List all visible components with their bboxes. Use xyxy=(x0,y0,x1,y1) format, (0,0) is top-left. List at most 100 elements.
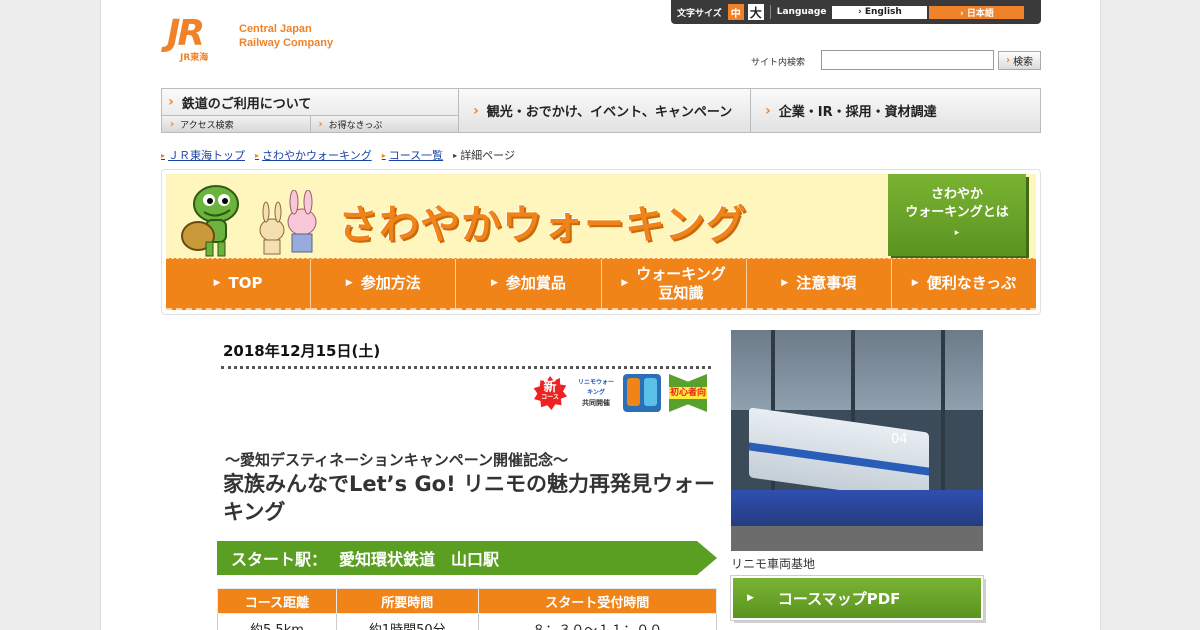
nav-railway-group: › 鉄道のご利用について › アクセス検索 › お得なきっぷ xyxy=(162,89,459,132)
jr-central-logo[interactable]: JR JR東海 Central Japan Railway Company xyxy=(167,13,333,64)
event-date: 2018年12月15日(土) xyxy=(223,342,381,360)
arrow-right-icon: ▶ xyxy=(747,593,754,603)
photo-caption: リニモ車両基地 xyxy=(731,557,816,571)
site-search-label: サイト内検索 xyxy=(751,58,806,68)
new-course-text: 新 xyxy=(543,380,557,395)
table-row: 約5.5km 約1時間50分 ８：３０～１１：００ xyxy=(217,613,718,630)
linimo-line2: 共同開催 xyxy=(582,399,610,407)
turtle-mascot-icon xyxy=(181,185,239,257)
walking-nav-notes[interactable]: ▶ 注意事項 xyxy=(746,259,892,310)
header-duration: 所要時間 xyxy=(335,588,479,614)
arrow-right-icon: ▶ xyxy=(213,278,221,288)
start-station-label: スタート駅： xyxy=(231,550,328,569)
train-icon xyxy=(623,374,661,412)
photo-floor xyxy=(731,526,983,551)
nav-access-search-label: アクセス検索 xyxy=(180,120,234,131)
search-button[interactable]: 検索 xyxy=(998,51,1041,70)
start-station-bar: スタート駅： 愛知環状鉄道 山口駅 xyxy=(217,541,717,575)
company-name-line1: Central Japan xyxy=(239,23,312,35)
beginner-text: 初心者向 xyxy=(669,387,707,399)
course-info-table: コース距離 所要時間 スタート受付時間 約5.5km 約1時間50分 ８：３０～… xyxy=(217,588,718,630)
course-map-pdf-button[interactable]: ▶ コースマップPDF xyxy=(730,575,984,621)
arrow-right-icon: ▶ xyxy=(911,278,919,288)
train-car-orange xyxy=(627,378,640,406)
chevron-right-icon: › xyxy=(318,118,323,130)
nav-discount-tickets[interactable]: › お得なきっぷ xyxy=(310,116,458,132)
value-duration: 約1時間50分 xyxy=(335,613,479,630)
rabbit-mascots-icon xyxy=(259,190,317,255)
nav-railway-subs: › アクセス検索 › お得なきっぷ xyxy=(162,116,458,132)
header-reception-time: スタート受付時間 xyxy=(477,588,718,614)
nav-corporate-label: 企業・IR・採用・資材調達 xyxy=(778,105,937,120)
arrow-right-icon: ▸ xyxy=(954,228,960,238)
walking-nav: ▶ TOP ▶ 参加方法 ▶ 参加賞品 ▶ ウォーキング 豆知識 ▶ 注意事項 ▶… xyxy=(166,258,1037,310)
new-course-star: 新 コース xyxy=(533,376,567,410)
course-feature-icons: 新 コース リニモウォーキング 共同開催 初心者向 xyxy=(531,374,707,412)
new-course-icon: 新 コース xyxy=(531,374,569,412)
breadcrumb-current-page: 詳細ページ xyxy=(453,147,515,163)
event-title: 家族みんなでLet’s Go! リニモの魅力再発見ウォーキング xyxy=(223,472,716,524)
nav-access-search[interactable]: › アクセス検索 xyxy=(162,116,311,132)
walking-nav-trivia-line1: ウォーキング xyxy=(636,264,726,283)
arrow-right-icon: ▶ xyxy=(490,278,498,288)
breadcrumb: ＪＲ東海トップ さわやかウォーキング コース一覧 詳細ページ xyxy=(161,147,525,163)
nav-railway-use-label: 鉄道のご利用について xyxy=(181,96,312,112)
font-size-large-button[interactable]: 大 xyxy=(747,4,764,20)
linimo-depot-photo: 04 xyxy=(731,330,983,551)
event-subtitle: ～愛知デスティネーションキャンペーン開催記念～ xyxy=(225,451,569,469)
walking-nav-prizes[interactable]: ▶ 参加賞品 xyxy=(456,259,602,310)
jr-tokai-text: JR東海 xyxy=(180,53,209,63)
language-japanese-button[interactable]: › 日本語 xyxy=(929,5,1025,19)
chevron-right-icon: › xyxy=(168,94,174,110)
new-course-sub-text: コース xyxy=(541,394,559,401)
walking-nav-how-to-join[interactable]: ▶ 参加方法 xyxy=(311,259,457,310)
nav-corporate[interactable]: › 企業・IR・採用・資材調達 xyxy=(751,89,1040,132)
arrow-right-icon: ▶ xyxy=(621,278,629,288)
company-name: Central Japan Railway Company xyxy=(239,22,333,50)
arrow-right-icon: ▶ xyxy=(345,278,353,288)
value-reception-time: ８：３０～１１：００ xyxy=(477,613,718,630)
start-station-name: 愛知環状鉄道 山口駅 xyxy=(339,550,500,569)
chevron-right-icon: › xyxy=(170,118,175,130)
language-english-button[interactable]: › English xyxy=(832,5,928,19)
table-header-row: コース距離 所要時間 スタート受付時間 xyxy=(217,588,718,614)
about-line1: さわやか xyxy=(930,187,983,202)
site-search-input[interactable] xyxy=(821,50,994,70)
course-map-pdf-label: コースマップPDF xyxy=(777,589,901,608)
walking-nav-top-label: TOP xyxy=(228,274,263,292)
nav-discount-tickets-label: お得なきっぷ xyxy=(328,120,383,131)
train-car-blue xyxy=(644,378,657,406)
beginner-mark-icon: 初心者向 xyxy=(669,374,707,412)
nav-tourism[interactable]: › 観光・おでかけ、イベント、キャンペーン xyxy=(459,89,751,132)
walking-nav-tickets[interactable]: ▶ 便利なきっぷ xyxy=(891,259,1037,310)
breadcrumb-jr-top[interactable]: ＪＲ東海トップ xyxy=(161,147,245,163)
nav-railway-use[interactable]: › 鉄道のご利用について xyxy=(162,89,458,116)
walking-nav-trivia-label: ウォーキング 豆知識 xyxy=(636,265,726,303)
page-container: JR JR東海 Central Japan Railway Company 文字… xyxy=(100,0,1101,630)
font-size-label: 文字サイズ xyxy=(677,8,722,19)
chevron-right-icon: › xyxy=(765,102,771,119)
breadcrumb-course-list[interactable]: コース一覧 xyxy=(382,147,443,163)
walking-nav-trivia[interactable]: ▶ ウォーキング 豆知識 xyxy=(601,259,747,310)
company-name-line2: Railway Company xyxy=(239,37,334,49)
photo-train-number: 04 xyxy=(891,432,908,447)
breadcrumb-sawayaka-walking[interactable]: さわやかウォーキング xyxy=(255,147,372,163)
banner-header: さわやかウォーキング さわやか ウォーキングとは ▸ xyxy=(166,174,1036,258)
walking-nav-how-to-join-label: 参加方法 xyxy=(360,274,421,292)
walking-nav-notes-label: 注意事項 xyxy=(796,274,857,292)
photo-roof xyxy=(731,330,983,410)
divider xyxy=(769,5,771,19)
about-line2: ウォーキングとは xyxy=(905,205,1009,220)
banner-title: さわやかウォーキング xyxy=(338,202,747,248)
utility-bar: 文字サイズ 中 大 Language › English › 日本語 xyxy=(671,0,1041,24)
font-size-medium-button[interactable]: 中 xyxy=(727,4,744,20)
walking-nav-prizes-label: 参加賞品 xyxy=(505,274,566,292)
jr-logo-mark: JR JR東海 xyxy=(167,13,231,64)
jr-letters: JR xyxy=(167,13,205,54)
walking-banner: さわやかウォーキング さわやか ウォーキングとは ▸ ▶ TOP ▶ 参加方法 … xyxy=(161,169,1041,315)
about-walking-button[interactable]: さわやか ウォーキングとは ▸ xyxy=(888,174,1026,256)
walking-nav-tickets-label: 便利なきっぷ xyxy=(926,274,1017,292)
linimo-line1: リニモウォーキング xyxy=(577,379,614,396)
nav-tourism-label: 観光・おでかけ、イベント、キャンペーン xyxy=(486,105,733,120)
walking-nav-top[interactable]: ▶ TOP xyxy=(166,259,312,310)
